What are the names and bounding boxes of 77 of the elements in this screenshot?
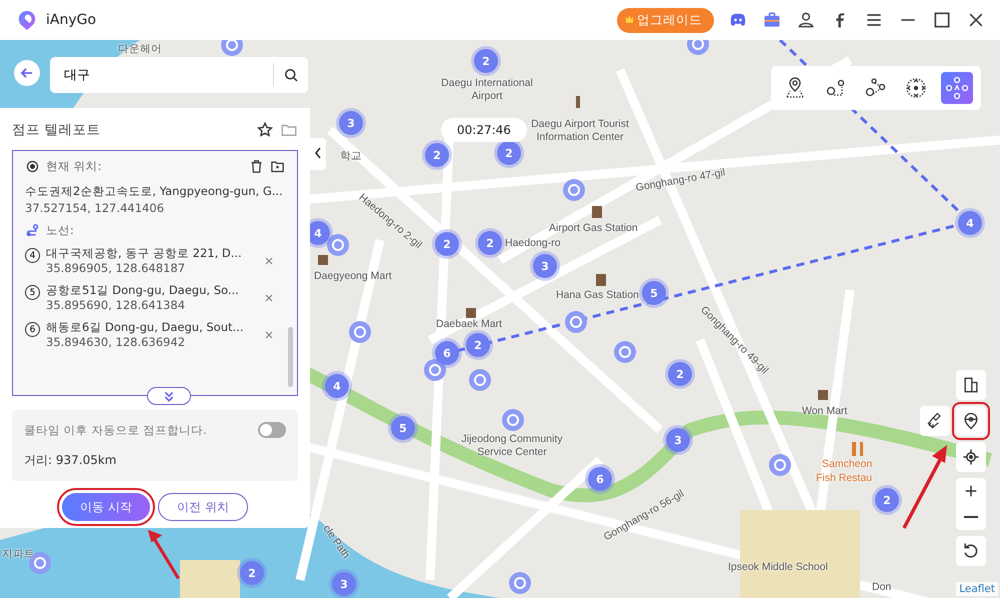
previous-location-button[interactable]: 이전 위치: [158, 493, 248, 521]
map-label: 지파트: [2, 548, 35, 562]
expand-button[interactable]: [147, 387, 191, 405]
map-label: Daebaek Mart: [436, 318, 502, 332]
point-coords: 35.896905, 128.648187: [46, 261, 186, 275]
point-address: 공항로51길 Dong-gu, Daegu, So...: [46, 283, 240, 298]
location-marker[interactable]: [349, 321, 371, 343]
crosshair-icon: [961, 447, 981, 467]
save-folder-icon[interactable]: [270, 159, 285, 174]
arrow-annotation: [146, 528, 182, 582]
location-marker[interactable]: [509, 572, 531, 594]
map-label: Daegyeong Mart: [314, 270, 392, 284]
minus-icon: [964, 516, 978, 518]
map-label: Won Mart: [802, 405, 848, 418]
map-label: Hana Gas Station: [556, 289, 639, 302]
remove-icon[interactable]: [263, 254, 275, 266]
map-label: Don: [872, 581, 892, 594]
point-number: 4: [25, 248, 40, 263]
location-marker[interactable]: [614, 341, 636, 363]
map-label: Gonghang-ro 47-gil: [634, 166, 726, 196]
location-marker[interactable]: [221, 40, 243, 56]
distance-text: 거리: 937.05km: [24, 452, 118, 469]
timer-label: 00:27:46: [441, 118, 527, 142]
point-number: 6: [25, 322, 40, 337]
location-marker[interactable]: [565, 311, 587, 333]
location-pin-button[interactable]: [956, 406, 986, 436]
point-address: 해동로6길 Dong-gu, Daegu, Sout...: [46, 320, 244, 335]
locate-button[interactable]: [956, 442, 986, 472]
attribution-link[interactable]: Leaflet: [956, 582, 998, 596]
remove-icon[interactable]: [263, 328, 275, 340]
map-label: Haedong-ro: [505, 237, 560, 250]
brush-button[interactable]: [920, 406, 950, 436]
location-marker[interactable]: [502, 409, 524, 431]
route-icon: [25, 223, 40, 238]
scrollbar: [288, 327, 293, 387]
user-icon[interactable]: [796, 10, 816, 30]
point-number: 5: [25, 285, 40, 300]
trash-icon[interactable]: [249, 159, 264, 174]
map-label: Airport Gas Station: [549, 222, 638, 236]
school-area: [180, 560, 240, 598]
star-icon[interactable]: [256, 121, 274, 139]
map-label: Fish Restau: [816, 472, 872, 486]
map-label: Ipseok Middle School: [728, 561, 828, 574]
location-marker[interactable]: [563, 179, 585, 201]
collapse-panel-button[interactable]: [310, 138, 326, 170]
point-address: 대구국제공항, 동구 공항로 221, D...: [46, 246, 243, 261]
target-icon: [25, 159, 40, 174]
location-marker[interactable]: [769, 454, 791, 476]
current-coords: 37.527154, 127.441406: [25, 201, 166, 215]
auto-jump-label: 쿨타임 이후 자동으로 점프합니다.: [24, 422, 207, 438]
point-coords: 35.895690, 128.641384: [46, 298, 186, 312]
current-location-label: 현재 위치:: [46, 159, 102, 174]
auto-jump-toggle[interactable]: [258, 422, 286, 438]
map-label: Jijeodong Community Service Center: [460, 433, 564, 460]
app-name: iAnyGo: [46, 12, 96, 28]
maximize-icon[interactable]: [932, 10, 952, 30]
location-marker[interactable]: [327, 234, 349, 256]
location-marker[interactable]: [469, 369, 491, 391]
location-marker[interactable]: [424, 359, 446, 381]
point-coords: 35.894630, 128.636942: [46, 335, 186, 349]
map-layers-button[interactable]: [956, 370, 986, 400]
chevron-left-icon: [313, 145, 323, 161]
location-marker[interactable]: [687, 40, 709, 55]
current-address: 수도권제2순환고속도로, Yangpyeong-gun, G...: [25, 184, 284, 199]
start-move-button[interactable]: 이동 시작: [62, 493, 150, 521]
reset-button[interactable]: [956, 536, 986, 566]
app-logo-icon: [16, 9, 38, 31]
route-label: 노선:: [46, 223, 74, 238]
map-label: 학교: [340, 150, 362, 164]
map-label: Samcheon: [822, 458, 872, 472]
search-icon[interactable]: [282, 66, 300, 84]
panel-title: 점프 텔레포트: [12, 121, 102, 139]
upgrade-button[interactable]: 업그레이드: [617, 8, 714, 32]
remove-icon[interactable]: [263, 292, 275, 304]
search-field[interactable]: 대구: [50, 57, 308, 93]
map-label: Daegu Airport Tourist Information Center: [530, 118, 630, 144]
map-label: Daegu International Airport: [440, 77, 534, 104]
